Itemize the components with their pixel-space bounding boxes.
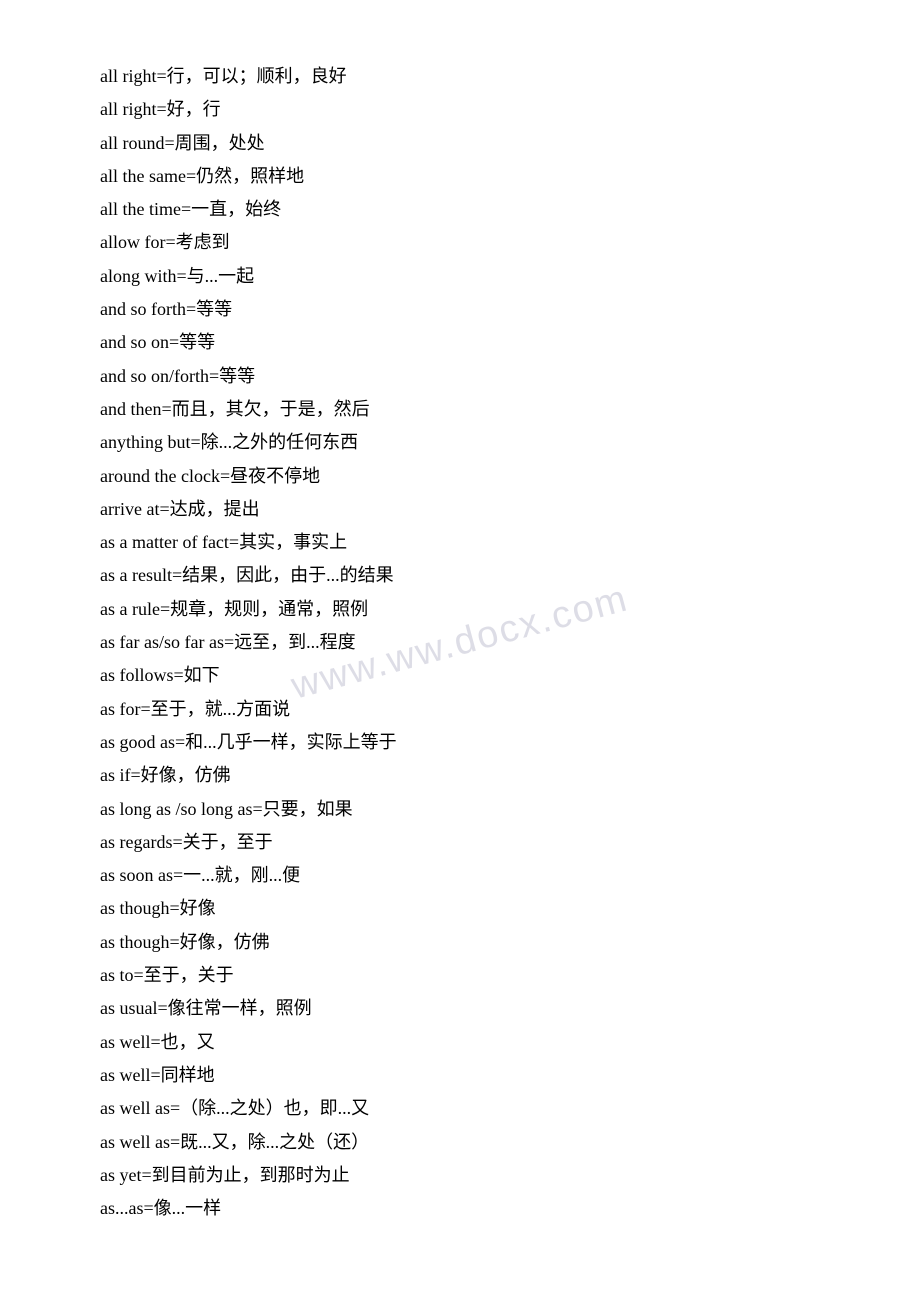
list-item: all round=周围，处处: [100, 127, 820, 160]
list-item: all the same=仍然，照样地: [100, 160, 820, 193]
list-item: as regards=关于，至于: [100, 826, 820, 859]
list-item: as a result=结果，因此，由于...的结果: [100, 559, 820, 592]
list-item: as usual=像往常一样，照例: [100, 992, 820, 1025]
list-item: along with=与...一起: [100, 260, 820, 293]
list-item: as to=至于，关于: [100, 959, 820, 992]
list-item: as well=同样地: [100, 1059, 820, 1092]
list-item: as though=好像: [100, 892, 820, 925]
list-item: as yet=到目前为止，到那时为止: [100, 1159, 820, 1192]
list-item: anything but=除...之外的任何东西: [100, 426, 820, 459]
list-item: as long as /so long as=只要，如果: [100, 793, 820, 826]
list-item: allow for=考虑到: [100, 226, 820, 259]
list-item: as soon as=一...就，刚...便: [100, 859, 820, 892]
list-item: as though=好像，仿佛: [100, 926, 820, 959]
list-item: all right=行，可以；顺利，良好: [100, 60, 820, 93]
list-item: all right=好，行: [100, 93, 820, 126]
list-item: and then=而且，其欠，于是，然后: [100, 393, 820, 426]
list-item: as follows=如下: [100, 659, 820, 692]
list-item: around the clock=昼夜不停地: [100, 460, 820, 493]
list-item: as for=至于，就...方面说: [100, 693, 820, 726]
list-item: all the time=一直，始终: [100, 193, 820, 226]
list-item: and so on=等等: [100, 326, 820, 359]
list-item: arrive at=达成，提出: [100, 493, 820, 526]
list-item: as if=好像，仿佛: [100, 759, 820, 792]
list-item: and so on/forth=等等: [100, 360, 820, 393]
list-item: as far as/so far as=远至，到...程度: [100, 626, 820, 659]
list-item: as well as=（除...之处）也，即...又: [100, 1092, 820, 1125]
phrases-list: all right=行，可以；顺利，良好all right=好，行all rou…: [100, 60, 820, 1225]
list-item: as good as=和...几乎一样，实际上等于: [100, 726, 820, 759]
list-item: as well=也，又: [100, 1026, 820, 1059]
content-area: www.ww.docx.com all right=行，可以；顺利，良好all …: [100, 60, 820, 1225]
list-item: and so forth=等等: [100, 293, 820, 326]
list-item: as a matter of fact=其实，事实上: [100, 526, 820, 559]
list-item: as a rule=规章，规则，通常，照例: [100, 593, 820, 626]
list-item: as...as=像...一样: [100, 1192, 820, 1225]
list-item: as well as=既...又，除...之处（还）: [100, 1126, 820, 1159]
